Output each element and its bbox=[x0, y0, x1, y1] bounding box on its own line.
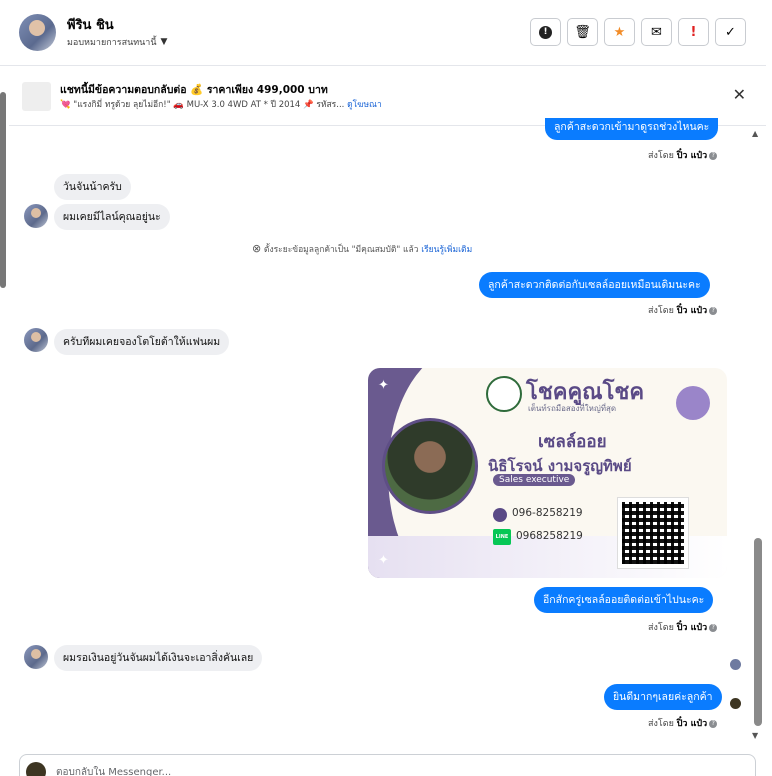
header-actions: ! 🗑 ★ ✉ ! ✓ bbox=[530, 18, 746, 46]
composer-placeholder[interactable]: ตอบกลับใน Messenger... bbox=[56, 765, 171, 776]
star-button[interactable]: ★ bbox=[604, 18, 635, 46]
reply-composer[interactable]: ตอบกลับใน Messenger... bbox=[19, 754, 756, 776]
help-icon[interactable]: ? bbox=[709, 306, 718, 315]
message-outgoing[interactable]: ยินดีมากๆเลยค่ะลูกค้า bbox=[604, 684, 722, 710]
sent-by-label: ส่งโดย ปิ๋ว แป๋ว? bbox=[648, 148, 718, 162]
message-outgoing[interactable]: อีกสักครู่เซลล์ออยติดต่อเข้าไปนะคะ bbox=[534, 587, 714, 613]
card-line-id: 0968258219 bbox=[516, 530, 583, 542]
phone-icon bbox=[493, 508, 507, 522]
chevron-down-icon: ▼ bbox=[160, 37, 168, 47]
mark-unread-button[interactable]: ✉ bbox=[641, 18, 672, 46]
mark-done-button[interactable]: ✓ bbox=[715, 18, 746, 46]
trash-icon: 🗑 bbox=[574, 24, 591, 40]
message-outgoing[interactable]: ลูกค้าสะดวกติดต่อกับเซลล์ออยเหมือนเดิมนะ… bbox=[479, 272, 710, 298]
chat-header: พีริน ชิน มอบหมายการสนทนานี้ ▼ ! 🗑 ★ ✉ !… bbox=[0, 0, 766, 66]
scroll-down-icon[interactable]: ▼ bbox=[752, 731, 758, 740]
system-message: ⊗ ตั้งระยะข้อมูลลูกค้าเป็น "มีคุณสมบัติ"… bbox=[252, 242, 472, 256]
card-tagline: เต็นท์รถมือสองที่ใหญ่ที่สุด bbox=[528, 404, 617, 413]
ad-reference-banner: แชทนี้มีข้อความตอบกลับต่อ 💰 ราคาเพียง 49… bbox=[9, 66, 766, 126]
sent-by-prefix: ส่งโดย bbox=[648, 719, 674, 729]
card-phone: 096-8258219 bbox=[512, 507, 583, 519]
contact-name[interactable]: พีริน ชิน bbox=[67, 14, 114, 35]
help-icon[interactable]: ? bbox=[709, 719, 718, 728]
left-scrollbar[interactable] bbox=[0, 92, 6, 288]
card-role: เซลล์ออย bbox=[538, 432, 607, 452]
avatar[interactable] bbox=[24, 645, 48, 669]
sender-name: ปิ๋ว แป๋ว bbox=[676, 719, 708, 729]
sent-by-label: ส่งโดย ปิ๋ว แป๋ว? bbox=[648, 716, 718, 730]
help-icon[interactable]: ? bbox=[709, 623, 718, 632]
page-avatar bbox=[26, 762, 46, 776]
scroll-up-icon[interactable]: ▲ bbox=[752, 129, 758, 138]
report-button[interactable]: ! bbox=[530, 18, 561, 46]
delete-button[interactable]: 🗑 bbox=[567, 18, 598, 46]
help-icon[interactable]: ? bbox=[709, 151, 718, 160]
envelope-icon: ✉ bbox=[651, 24, 662, 40]
system-message-text: ตั้งระยะข้อมูลลูกค้าเป็น "มีคุณสมบัติ" แ… bbox=[263, 245, 419, 255]
avatar[interactable] bbox=[24, 204, 48, 228]
sparkle-icon: ✦ bbox=[378, 378, 389, 393]
decorative-circle bbox=[676, 386, 710, 420]
banner-subtitle: 💘 "แรงกิมี่ ทรูด้วย ลุยไม่อีก!" 🚗 MU-X 3… bbox=[60, 97, 382, 111]
sender-name: ปิ๋ว แป๋ว bbox=[676, 306, 708, 316]
sent-by-prefix: ส่งโดย bbox=[648, 623, 674, 633]
brand-logo-icon bbox=[486, 376, 522, 412]
business-card-image[interactable]: ✦ ✦ โชคคูณโชค เต็นท์รถมือสองที่ใหญ่ที่สุ… bbox=[368, 368, 727, 578]
alert-circle-icon: ! bbox=[539, 25, 552, 39]
view-ad-link[interactable]: ดูโฆษณา bbox=[347, 100, 382, 110]
read-receipt-avatar bbox=[730, 698, 741, 709]
spam-button[interactable]: ! bbox=[678, 18, 709, 46]
banner-title: แชทนี้มีข้อความตอบกลับต่อ 💰 ราคาเพียง 49… bbox=[60, 84, 328, 96]
banner-subtitle-text: 💘 "แรงกิมี่ ทรูด้วย ลุยไม่อีก!" 🚗 MU-X 3… bbox=[60, 100, 345, 110]
qr-code bbox=[617, 497, 689, 569]
sent-by-label: ส่งโดย ปิ๋ว แป๋ว? bbox=[648, 303, 718, 317]
message-incoming[interactable]: ผมรอเงินอยู่วันจันผมได้เงินจะเอาสิ่งคันเ… bbox=[54, 645, 263, 671]
message-outgoing[interactable]: ลูกค้าสะดวกเข้ามาดูรถช่วงไหนคะ bbox=[545, 118, 719, 140]
message-scrollbar-thumb[interactable] bbox=[754, 538, 762, 726]
exclamation-icon: ! bbox=[690, 24, 697, 40]
ad-thumbnail bbox=[22, 82, 51, 111]
card-job-title: Sales executive bbox=[493, 474, 576, 486]
contact-avatar[interactable] bbox=[19, 14, 56, 51]
star-icon: ★ bbox=[613, 24, 626, 40]
assign-conversation-dropdown[interactable]: มอบหมายการสนทนานี้ ▼ bbox=[67, 35, 167, 49]
sparkle-icon: ✦ bbox=[378, 553, 389, 568]
sent-by-prefix: ส่งโดย bbox=[648, 151, 674, 161]
check-icon: ✓ bbox=[725, 24, 736, 40]
assign-label: มอบหมายการสนทนานี้ bbox=[67, 38, 157, 48]
message-incoming[interactable]: ครับทีผมเคยจองโตโยต้าให้แฟนผม bbox=[54, 329, 230, 355]
tag-icon: ⊗ bbox=[252, 242, 262, 255]
read-receipt-avatar bbox=[730, 659, 741, 670]
close-icon[interactable]: ✕ bbox=[733, 85, 746, 104]
sent-by-prefix: ส่งโดย bbox=[648, 306, 674, 316]
sender-name: ปิ๋ว แป๋ว bbox=[676, 151, 708, 161]
message-incoming[interactable]: ผมเคยมีไลน์คุณอยู่นะ bbox=[54, 204, 170, 230]
sender-name: ปิ๋ว แป๋ว bbox=[676, 623, 708, 633]
salesperson-photo bbox=[382, 418, 478, 514]
message-incoming[interactable]: วันจันน้าครับ bbox=[54, 174, 131, 200]
learn-more-link[interactable]: เรียนรู้เพิ่มเติม bbox=[421, 245, 472, 255]
sent-by-label: ส่งโดย ปิ๋ว แป๋ว? bbox=[648, 620, 718, 634]
avatar[interactable] bbox=[24, 328, 48, 352]
line-app-icon: LINE bbox=[493, 529, 511, 545]
line-label: LINE bbox=[495, 534, 509, 540]
